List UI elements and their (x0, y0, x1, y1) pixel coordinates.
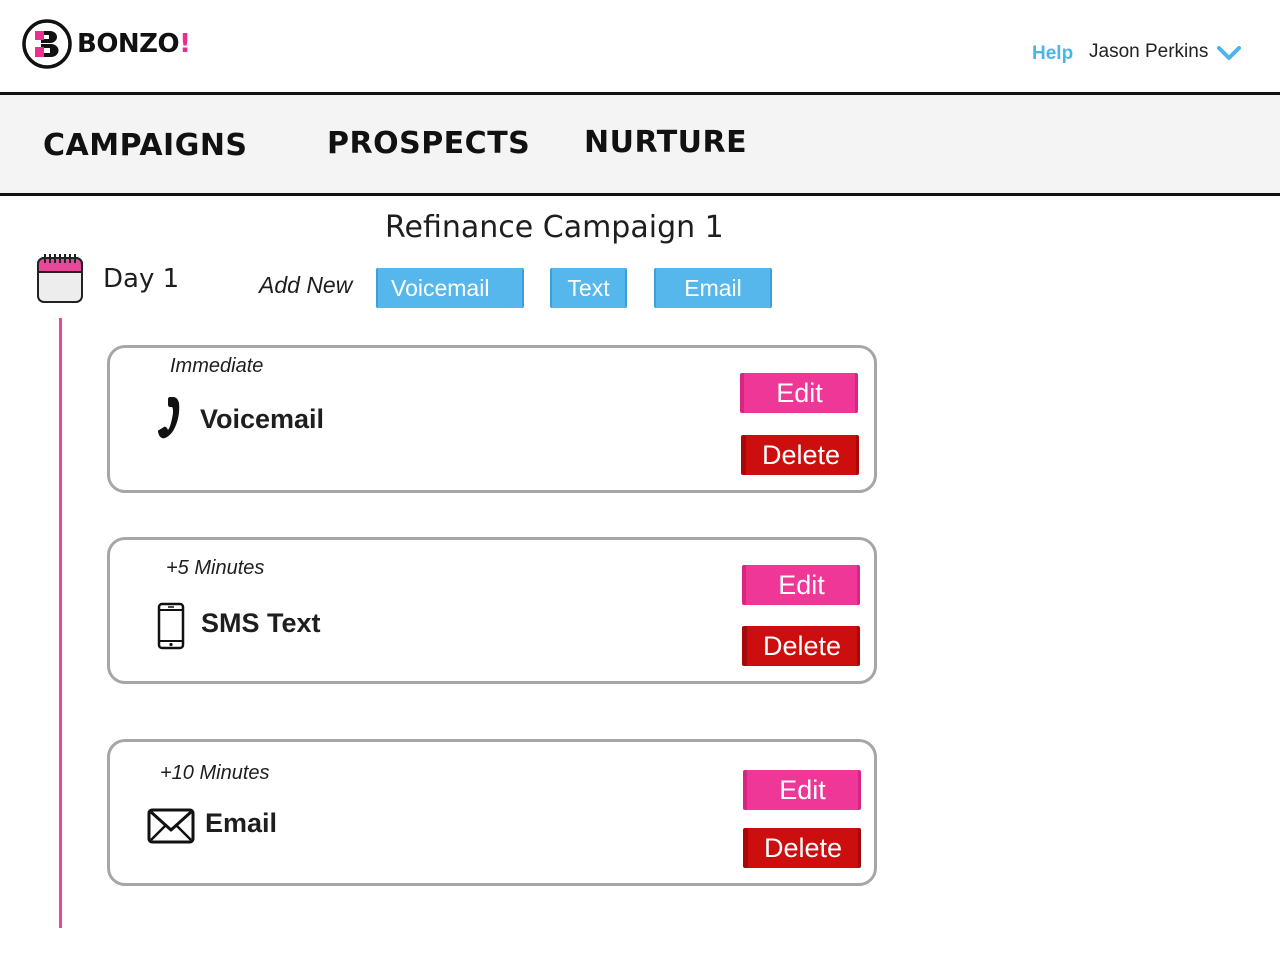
main-nav: CAMPAIGNS PROSPECTS NURTURE (0, 92, 1280, 196)
tab-campaigns[interactable]: CAMPAIGNS (43, 128, 248, 163)
step-timing: +5 Minutes (166, 557, 265, 579)
step-type: Email (205, 808, 278, 838)
day-label: Day 1 (103, 264, 180, 294)
step-type: Voicemail (200, 404, 325, 434)
add-text-button[interactable]: Text (550, 268, 627, 308)
delete-button[interactable]: Delete (741, 435, 859, 475)
brand-exclamation: ! (179, 29, 191, 59)
user-menu-name[interactable]: Jason Perkins (1089, 41, 1208, 63)
campaign-title: Refinance Campaign 1 (385, 210, 724, 245)
edit-button[interactable]: Edit (742, 565, 860, 605)
step-timing: Immediate (170, 355, 264, 377)
edit-label: Edit (779, 774, 826, 805)
step-timing: +10 Minutes (160, 762, 270, 784)
add-text-label: Text (567, 274, 610, 301)
edit-button[interactable]: Edit (743, 770, 861, 810)
step-card-email: +10 Minutes Email Edit Delete (107, 739, 877, 886)
delete-button[interactable]: Delete (742, 626, 860, 666)
brand-logo[interactable]: BONZO! (22, 18, 191, 70)
edit-label: Edit (778, 569, 825, 600)
delete-button[interactable]: Delete (743, 828, 861, 868)
timeline-line (59, 318, 62, 928)
mobile-phone-icon (157, 602, 185, 650)
add-voicemail-label: Voicemail (391, 274, 490, 301)
add-voicemail-button[interactable]: Voicemail (376, 268, 524, 308)
phone-icon (158, 397, 180, 439)
delete-label: Delete (763, 832, 843, 863)
edit-button[interactable]: Edit (740, 373, 858, 413)
help-link[interactable]: Help (1032, 43, 1073, 65)
add-email-label: Email (684, 274, 742, 301)
calendar-icon (37, 254, 83, 303)
add-new-label: Add New (259, 272, 353, 298)
step-type: SMS Text (201, 608, 321, 638)
step-card-sms-text: +5 Minutes SMS Text Edit Delete (107, 537, 877, 684)
chevron-down-icon[interactable] (1216, 44, 1242, 62)
tab-prospects[interactable]: PROSPECTS (327, 126, 530, 161)
envelope-icon (147, 808, 195, 844)
step-card-voicemail: Immediate Voicemail Edit Delete (107, 345, 877, 493)
edit-label: Edit (776, 377, 823, 408)
delete-label: Delete (762, 630, 842, 661)
delete-label: Delete (761, 439, 841, 470)
tab-nurture[interactable]: NURTURE (584, 125, 747, 160)
brand-name: BONZO (77, 29, 180, 59)
bonzo-logo-icon (22, 19, 72, 69)
add-email-button[interactable]: Email (654, 268, 772, 308)
